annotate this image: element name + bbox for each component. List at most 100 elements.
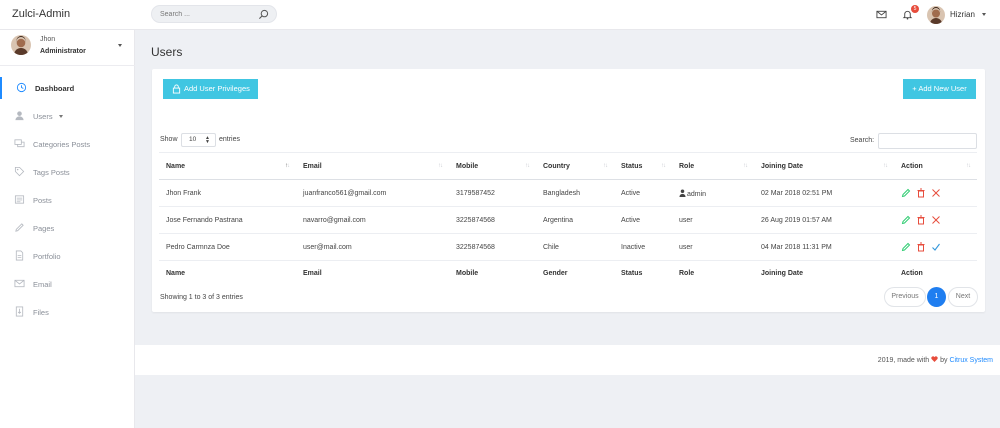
footer-cell: Name — [166, 269, 186, 277]
page-title: Users — [151, 45, 183, 59]
cell-name: Jose Fernando Pastrana — [159, 206, 296, 234]
cell-email: user@mail.com — [296, 233, 449, 261]
cell-email: juanfranco561@gmail.com — [296, 179, 449, 207]
column-header-status[interactable]: Status ↑↓ — [614, 152, 672, 180]
trash-icon[interactable] — [916, 242, 926, 252]
app-title[interactable]: Zulci-Admin — [12, 8, 70, 20]
chevron-down-icon[interactable] — [118, 44, 122, 47]
sidebar-item-label: Files — [33, 308, 49, 317]
sort-icon[interactable]: ↑↓ — [438, 163, 443, 169]
search-icon[interactable] — [258, 9, 269, 20]
search-bar[interactable] — [151, 5, 277, 23]
sort-icon[interactable]: ↑↓ — [603, 163, 608, 169]
page-size-select[interactable]: 10 ▲ ▼ — [181, 133, 216, 147]
footer-made-with: 2019, made with — [877, 357, 930, 364]
sidebar-item-dashboard[interactable]: Dashboard — [0, 77, 135, 99]
sidebar-item-categories-posts[interactable]: Categories Posts — [0, 133, 135, 155]
next-page-button[interactable]: Next — [948, 287, 978, 307]
user-avatar[interactable] — [927, 6, 945, 24]
sort-icon[interactable]: ↑↓ — [661, 163, 666, 169]
cell-mobile: 3225874568 — [449, 233, 536, 261]
sidebar-item-label: Users — [33, 112, 53, 121]
cell-role: user — [672, 233, 754, 261]
sort-icon[interactable]: ↑↓ — [743, 163, 748, 169]
notification-badge: 5 — [911, 5, 919, 13]
page-footer: 2019, made with by Citrux System — [135, 345, 1000, 375]
lock-icon — [172, 84, 181, 94]
table-search-input[interactable] — [878, 133, 977, 149]
page-size-value: 10 — [189, 136, 197, 143]
footer-cell: Email — [303, 269, 322, 277]
table-info: Showing 1 to 3 of 3 entries — [160, 294, 243, 301]
sidebar-item-users[interactable]: Users — [0, 105, 135, 127]
clock-icon — [16, 82, 27, 93]
sort-icon[interactable]: ↑↓ — [285, 163, 290, 169]
column-header-mobile[interactable]: Mobile ↑↓ — [449, 152, 536, 180]
sidebar-profile[interactable]: Jhon Administrator — [0, 30, 135, 66]
check-icon[interactable] — [931, 242, 941, 252]
user-name[interactable]: Hizrian — [950, 10, 975, 19]
search-input[interactable] — [160, 9, 255, 20]
button-label: Add User Privileges — [184, 84, 250, 93]
user-icon — [15, 111, 24, 121]
edit-pencil-icon[interactable] — [901, 242, 911, 252]
users-table: Name ↑↓ Email ↑↓ Mobile ↑↓ Country ↑↓ Status… — [159, 152, 977, 286]
sidebar-item-pages[interactable]: Pages — [0, 217, 135, 239]
trash-icon[interactable] — [916, 188, 926, 198]
cell-mobile: 3225874568 — [449, 206, 536, 234]
edit-pencil-icon[interactable] — [901, 215, 911, 225]
column-header-role[interactable]: Role ↑↓ — [672, 152, 754, 180]
cell-country: Argentina — [536, 206, 614, 234]
previous-page-button[interactable]: Previous — [884, 287, 926, 307]
cell-mobile: 3179587452 — [449, 179, 536, 207]
cell-status: Active — [614, 179, 672, 207]
footer-brand-link[interactable]: Citrux System — [949, 357, 993, 364]
sidebar-item-files[interactable]: Files — [0, 301, 135, 323]
column-header-email[interactable]: Email ↑↓ — [296, 152, 449, 180]
cell-role: admin — [672, 179, 754, 207]
mail-icon[interactable] — [876, 9, 887, 20]
avatar — [11, 35, 31, 55]
table-search-label: Search: — [850, 137, 875, 144]
heart-icon — [931, 356, 938, 362]
close-icon[interactable] — [931, 188, 941, 198]
entries-label: entries — [219, 136, 241, 143]
footer-cell: Joining Date — [761, 269, 804, 277]
sidebar-item-tags-posts[interactable]: Tags Posts — [0, 161, 135, 183]
cell-name: Pedro Carmnza Doe — [159, 233, 296, 261]
mail-icon — [14, 279, 25, 288]
sidebar-item-label: Dashboard — [35, 84, 75, 93]
cell-action — [894, 233, 977, 261]
footer-by: by — [940, 357, 948, 364]
column-header-joining-date[interactable]: Joining Date ↑↓ — [754, 152, 894, 180]
add-new-user-button[interactable]: + Add New User — [903, 79, 976, 99]
sort-icon[interactable]: ↑↓ — [966, 163, 971, 169]
footer-cell: Gender — [543, 269, 568, 277]
column-header-name[interactable]: Name ↑↓ — [159, 152, 296, 180]
column-header-action[interactable]: Action ↑↓ — [894, 152, 977, 180]
trash-icon[interactable] — [916, 215, 926, 225]
footer-text: 2019, made with by Citrux System — [878, 356, 993, 364]
close-icon[interactable] — [931, 215, 941, 225]
edit-pencil-icon[interactable] — [901, 188, 911, 198]
profile-name: Jhon — [40, 36, 56, 43]
page-1-button[interactable]: 1 — [927, 287, 946, 307]
cell-joining-date: 26 Aug 2019 01:57 AM — [754, 206, 894, 234]
sidebar-item-portfolio[interactable]: Portfolio — [0, 245, 135, 267]
footer-cell: Mobile — [456, 269, 479, 277]
cell-country: Bangladesh — [536, 179, 614, 207]
sidebar-item-label: Pages — [33, 224, 55, 233]
sidebar-item-email[interactable]: Email — [0, 273, 135, 295]
sort-icon[interactable]: ↑↓ — [883, 163, 888, 169]
sidebar-item-label: Categories Posts — [33, 140, 91, 149]
cell-joining-date: 04 Mar 2018 11:31 PM — [754, 233, 894, 261]
document-icon — [15, 250, 24, 261]
add-user-privileges-button[interactable]: Add User Privileges — [163, 79, 258, 99]
table-row: Pedro Carmnza Doe user@mail.com 32258745… — [159, 233, 977, 261]
sort-icon[interactable]: ↑↓ — [525, 163, 530, 169]
column-header-country[interactable]: Country ↑↓ — [536, 152, 614, 180]
chevron-down-icon[interactable] — [982, 13, 986, 16]
sidebar-item-posts[interactable]: Posts — [0, 189, 135, 211]
select-arrows-icon: ▲ ▼ — [205, 135, 210, 145]
role-text: admin — [687, 190, 707, 198]
